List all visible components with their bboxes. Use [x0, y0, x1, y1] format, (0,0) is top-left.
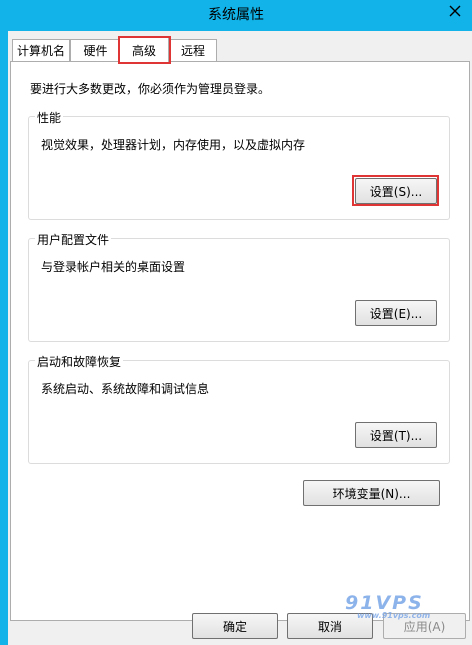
user-profiles-settings-button[interactable]: 设置(E)... — [355, 300, 437, 326]
startup-recovery-title: 启动和故障恢复 — [35, 353, 124, 370]
watermark-logo: 91VPS www.91vps.com — [345, 592, 430, 620]
tab-remote[interactable]: 远程 — [169, 39, 217, 61]
tab-label: 远程 — [180, 44, 205, 58]
tab-highlight-box — [118, 36, 171, 64]
watermark-url: www.91vps.com — [357, 611, 431, 620]
window-title: 系统属性 — [208, 7, 264, 23]
tab-hardware[interactable]: 硬件 — [70, 39, 121, 61]
startup-recovery-group: 启动和故障恢复 系统启动、系统故障和调试信息 设置(T)... — [28, 353, 450, 464]
tab-computer-name[interactable]: 计算机名 — [12, 39, 70, 61]
close-button[interactable] — [444, 1, 466, 21]
user-profiles-group: 用户配置文件 与登录帐户相关的桌面设置 设置(E)... — [28, 231, 450, 342]
button-highlight-box — [352, 175, 439, 206]
title-bar[interactable]: 系统属性 — [0, 0, 472, 31]
startup-recovery-settings-button[interactable]: 设置(T)... — [355, 422, 437, 448]
startup-recovery-desc: 系统启动、系统故障和调试信息 — [41, 382, 210, 396]
user-profiles-title: 用户配置文件 — [35, 231, 112, 248]
performance-title: 性能 — [35, 109, 64, 126]
performance-desc: 视觉效果，处理器计划，内存使用，以及虚拟内存 — [41, 138, 306, 152]
tab-label: 硬件 — [83, 44, 108, 58]
environment-variables-button[interactable]: 环境变量(N)... — [303, 480, 440, 506]
ok-button[interactable]: 确定 — [192, 613, 278, 639]
admin-notice: 要进行大多数更改，你必须作为管理员登录。 — [30, 82, 271, 96]
close-icon — [449, 5, 461, 17]
tab-label: 计算机名 — [16, 44, 65, 58]
user-profiles-desc: 与登录帐户相关的桌面设置 — [41, 260, 186, 274]
